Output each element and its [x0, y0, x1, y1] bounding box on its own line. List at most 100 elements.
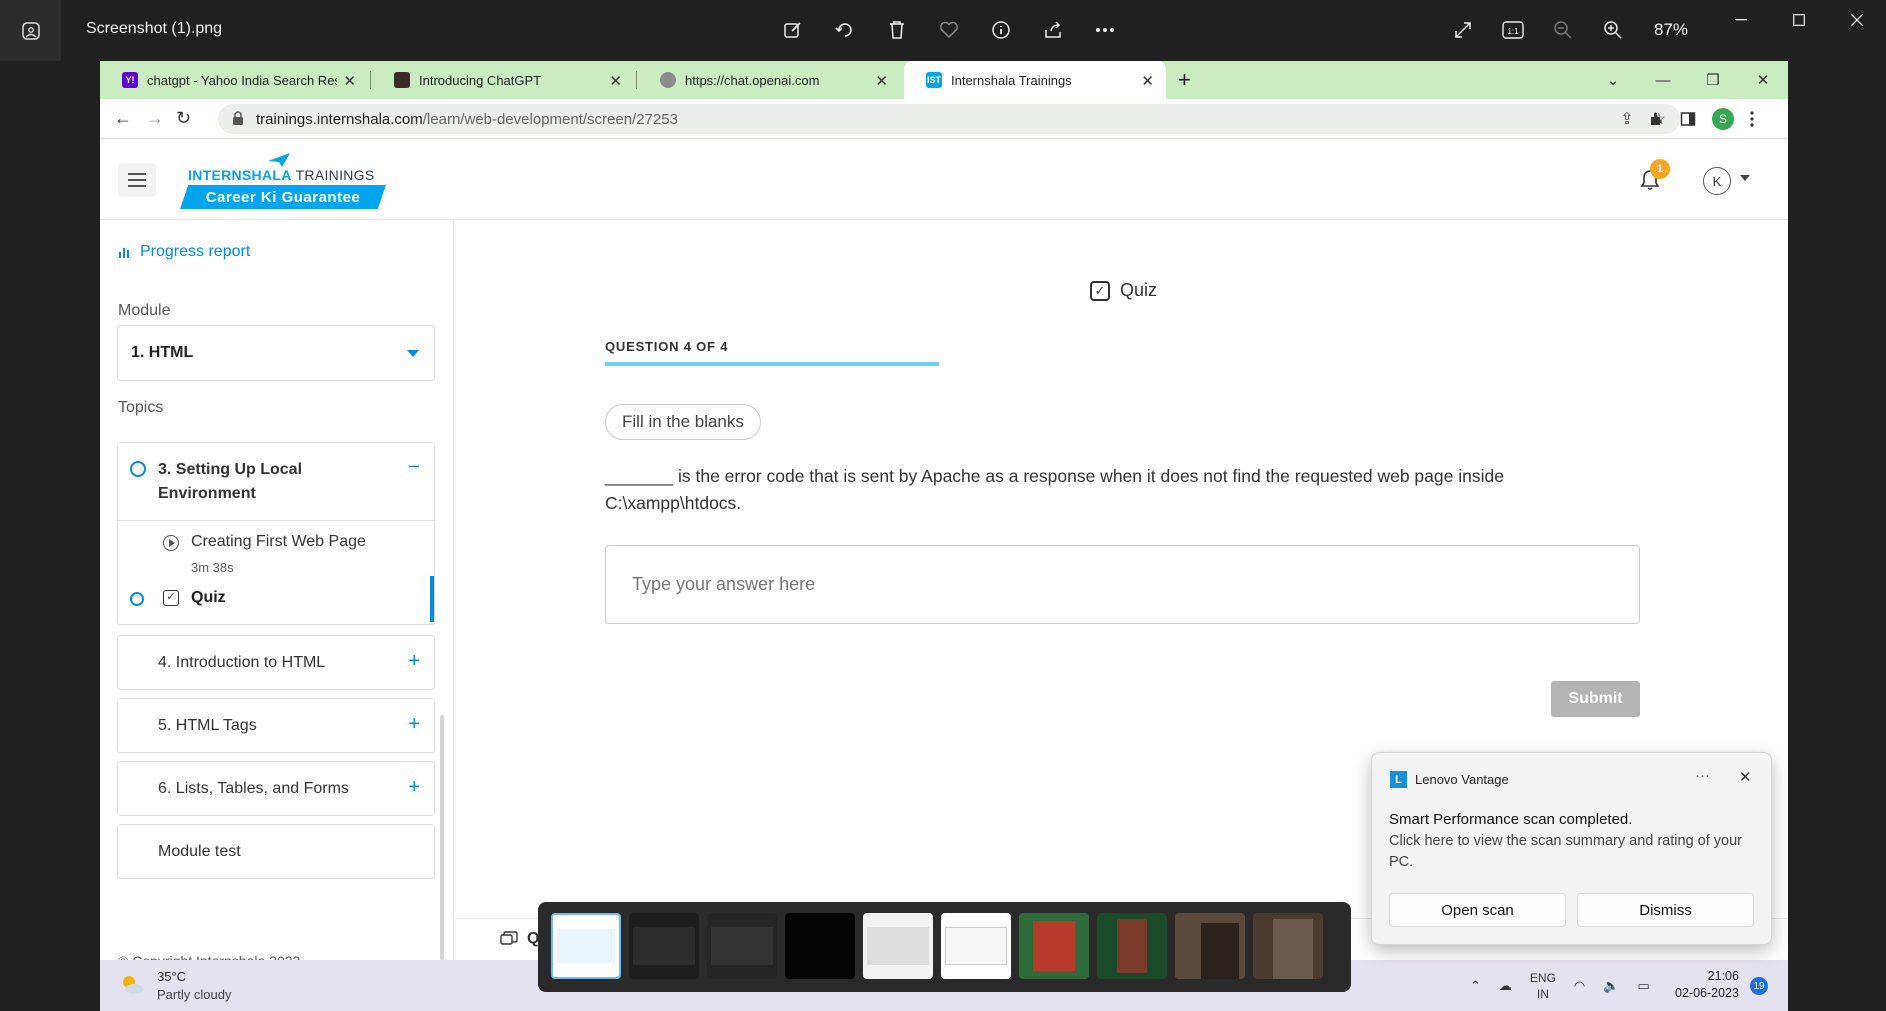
submit-button[interactable]: Submit — [1551, 681, 1640, 717]
browser-menu-icon[interactable] — [1750, 111, 1754, 127]
new-tab-icon[interactable]: + — [1178, 67, 1191, 93]
tab-label: chatgpt - Yahoo India Search Res — [147, 72, 337, 88]
delete-icon[interactable] — [882, 14, 912, 46]
internshala-favicon-icon: IST — [926, 72, 942, 88]
topics-heading: Topics — [118, 399, 164, 416]
edit-image-icon[interactable] — [778, 14, 808, 46]
lenovo-vantage-icon: L — [1390, 771, 1407, 788]
answer-input[interactable] — [605, 545, 1640, 624]
volume-icon[interactable]: 🔈 — [1603, 978, 1619, 994]
open-scan-button[interactable]: Open scan — [1389, 893, 1566, 927]
tab-close-icon[interactable]: ✕ — [1141, 72, 1154, 90]
user-avatar[interactable]: K — [1703, 167, 1731, 195]
quiz-heading: ✓ Quiz — [1090, 280, 1157, 301]
thumb-colorful-art[interactable] — [1019, 913, 1089, 979]
close-window-icon[interactable] — [1828, 0, 1886, 40]
topic-introduction-to-html[interactable]: 4. Introduction to HTML + — [117, 635, 435, 690]
thumb-black[interactable] — [785, 913, 855, 979]
browser-restore-icon[interactable]: ❐ — [1688, 71, 1738, 89]
clock-time: 21:06 — [1707, 969, 1739, 983]
tab-introducing-chatgpt[interactable]: Introducing ChatGPT ✕ — [372, 61, 634, 99]
chevron-down-icon[interactable] — [1740, 175, 1750, 181]
photo-filmstrip — [538, 902, 1351, 992]
back-icon[interactable]: ← — [114, 108, 132, 129]
reload-icon[interactable]: ↻ — [176, 108, 191, 129]
tab-chat-openai[interactable]: https://chat.openai.com ✕ — [638, 61, 900, 99]
share-page-icon[interactable]: ⇪ — [1620, 109, 1633, 129]
actual-size-icon[interactable]: 1:1 — [1498, 14, 1528, 46]
topic-title: 3. Setting Up Local Environment — [158, 461, 303, 502]
thumb-photo-1[interactable] — [1175, 913, 1245, 979]
collapse-icon[interactable]: – — [409, 455, 419, 476]
logo-wordmark: INTERNSHALA TRAININGS — [188, 167, 375, 183]
expand-icon[interactable]: + — [408, 776, 420, 799]
question-type-badge: Fill in the blanks — [605, 404, 761, 440]
zoom-in-icon[interactable] — [1598, 14, 1628, 46]
notification-app-name: Lenovo Vantage — [1415, 772, 1509, 787]
tab-close-icon[interactable]: ✕ — [609, 72, 622, 90]
thumb-internshala[interactable] — [551, 913, 621, 979]
chat-icon[interactable] — [500, 931, 518, 947]
maximize-icon[interactable] — [1770, 0, 1828, 40]
thumb-dark-editor[interactable] — [707, 913, 777, 979]
thumb-dark-code[interactable] — [629, 913, 699, 979]
module-dropdown[interactable]: 1. HTML — [117, 325, 435, 381]
thumb-paper[interactable] — [941, 913, 1011, 979]
topic-lists-tables-forms[interactable]: 6. Lists, Tables, and Forms + — [117, 761, 435, 816]
notification-center-badge[interactable]: 19 — [1750, 977, 1768, 995]
battery-icon[interactable]: ▭ — [1637, 978, 1649, 994]
expand-icon[interactable]: + — [408, 713, 420, 736]
minimize-icon[interactable] — [1712, 0, 1770, 40]
browser-minimize-icon[interactable]: — — [1638, 72, 1688, 89]
hamburger-menu-icon[interactable] — [118, 163, 156, 197]
zoom-level[interactable]: 87% — [1654, 20, 1688, 40]
paper-plane-icon — [268, 153, 290, 167]
forward-icon[interactable]: → — [146, 108, 164, 129]
tab-yahoo-search[interactable]: Y! chatgpt - Yahoo India Search Res ✕ — [100, 61, 368, 99]
onedrive-icon[interactable]: ☁ — [1499, 978, 1512, 994]
checkbox-icon: ✓ — [1090, 280, 1110, 301]
wifi-icon[interactable]: ◠ — [1574, 978, 1585, 994]
topic-html-tags[interactable]: 5. HTML Tags + — [117, 698, 435, 753]
partly-cloudy-icon — [123, 976, 143, 994]
info-icon[interactable] — [986, 14, 1016, 46]
browser-close-icon[interactable]: ✕ — [1738, 71, 1788, 89]
clock-date: 02-06-2023 — [1675, 986, 1739, 1000]
thumb-photo-2[interactable] — [1253, 913, 1323, 979]
tab-internshala-trainings[interactable]: IST Internshala Trainings ✕ — [904, 61, 1166, 99]
share-icon[interactable] — [1038, 14, 1068, 46]
clock[interactable]: 21:06 02-06-2023 — [1675, 968, 1739, 1002]
side-panel-icon[interactable] — [1680, 111, 1696, 127]
language-indicator[interactable]: ENG IN — [1530, 970, 1556, 1002]
internshala-logo[interactable]: INTERNSHALA TRAININGS Career Ki Guarante… — [180, 149, 390, 209]
more-options-icon[interactable]: ··· — [1695, 767, 1710, 784]
dismiss-button[interactable]: Dismiss — [1577, 893, 1754, 927]
tab-close-icon[interactable]: ✕ — [875, 72, 888, 90]
lock-icon[interactable] — [232, 111, 244, 125]
progress-report-link[interactable]: Progress report — [118, 243, 250, 261]
thumb-deity-art[interactable] — [1097, 913, 1167, 979]
chatgpt-favicon-icon — [660, 72, 676, 88]
profile-avatar[interactable]: S — [1712, 108, 1734, 130]
url-field[interactable]: trainings.internshala.com/learn/web-deve… — [218, 104, 1680, 134]
close-icon[interactable]: ✕ — [1739, 768, 1752, 786]
more-options-icon[interactable] — [1090, 14, 1120, 46]
expand-icon[interactable]: + — [408, 650, 420, 673]
fullscreen-icon[interactable] — [1448, 14, 1478, 46]
sidebar-scrollbar[interactable] — [440, 715, 444, 960]
tab-close-icon[interactable]: ✕ — [343, 72, 356, 90]
module-test[interactable]: Module test — [117, 824, 435, 879]
zoom-out-icon[interactable] — [1548, 14, 1578, 46]
tab-search-icon[interactable]: ⌄ — [1588, 71, 1638, 89]
topic-setting-up-local-environment[interactable]: 3. Setting Up Local Environment – Creati… — [117, 442, 435, 625]
extensions-icon[interactable] — [1648, 111, 1664, 127]
lenovo-vantage-notification[interactable]: L Lenovo Vantage ··· ✕ Smart Performance… — [1371, 752, 1772, 945]
weather-condition: Partly cloudy — [157, 987, 232, 1002]
chevron-up-icon[interactable]: ⌃ — [1470, 978, 1481, 994]
svg-text:1:1: 1:1 — [1507, 27, 1519, 36]
thumb-document[interactable] — [863, 913, 933, 979]
favorite-icon[interactable] — [934, 14, 964, 46]
rotate-icon[interactable] — [830, 14, 860, 46]
lesson-quiz[interactable]: ✓ Quiz — [118, 576, 434, 624]
notification-body: Click here to view the scan summary and … — [1389, 833, 1742, 870]
